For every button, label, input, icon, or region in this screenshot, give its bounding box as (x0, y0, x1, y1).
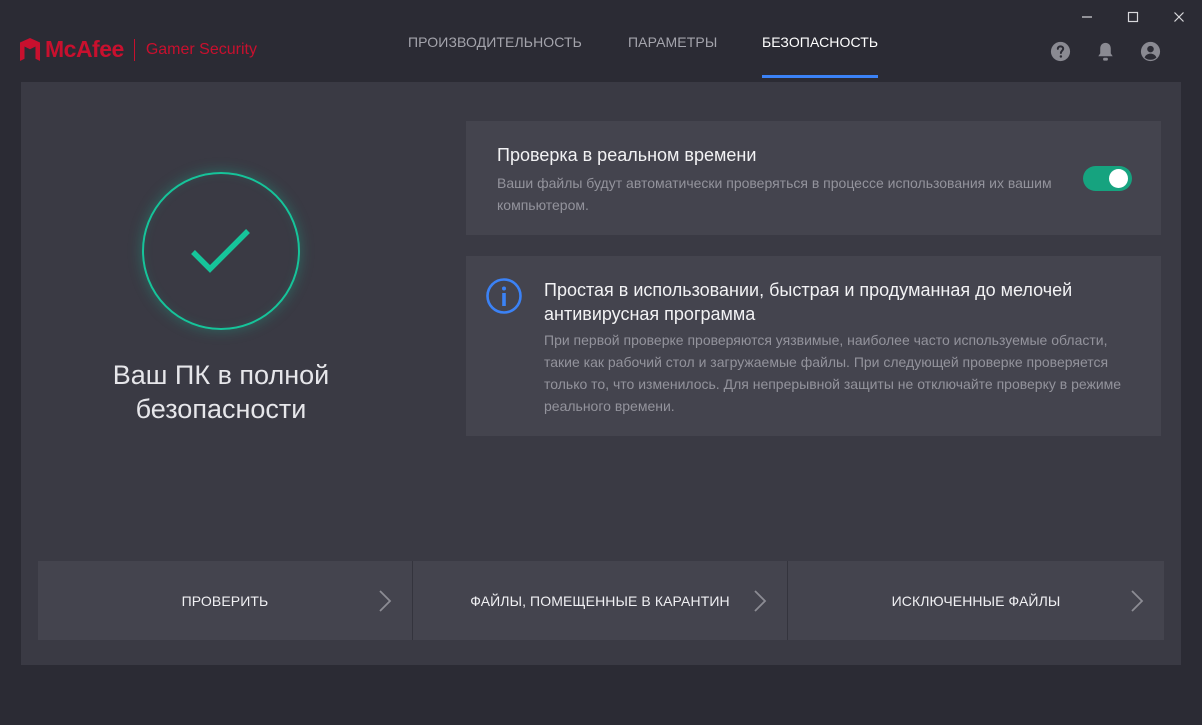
toggle-knob (1109, 169, 1128, 188)
chevron-right-icon (754, 590, 767, 612)
quarantine-button-label: ФАЙЛЫ, ПОМЕЩЕННЫЕ В КАРАНТИН (470, 592, 730, 609)
active-tab-indicator (762, 75, 879, 78)
brand-logo: McAfee Gamer Security (19, 36, 257, 63)
protection-status-ring (142, 172, 300, 330)
info-title: Простая в использовании, быстрая и проду… (544, 280, 1073, 324)
security-panel: Ваш ПК в полной безопасности Проверка в … (21, 82, 1181, 665)
chevron-right-icon (1131, 590, 1144, 612)
tab-performance[interactable]: ПРОИЗВОДИТЕЛЬНОСТЬ (408, 34, 582, 78)
protection-status-text: Ваш ПК в полной безопасности (112, 360, 330, 424)
quarantine-button[interactable]: ФАЙЛЫ, ПОМЕЩЕННЫЕ В КАРАНТИН (413, 561, 788, 640)
realtime-scan-toggle[interactable] (1083, 166, 1132, 191)
scan-button-label: ПРОВЕРИТЬ (181, 592, 269, 609)
account-icon[interactable] (1139, 40, 1162, 63)
scan-button[interactable]: ПРОВЕРИТЬ (38, 561, 413, 640)
help-icon[interactable] (1049, 40, 1072, 63)
realtime-scan-card: Проверка в реальном времени Ваши файлы б… (466, 121, 1161, 235)
realtime-scan-description: Ваши файлы будут автоматически проверять… (497, 175, 1052, 213)
tab-settings[interactable]: ПАРАМЕТРЫ (628, 34, 717, 78)
tab-label: БЕЗОПАСНОСТЬ (762, 34, 879, 50)
excluded-files-button[interactable]: ИСКЛЮЧЕННЫЕ ФАЙЛЫ (788, 561, 1164, 640)
tab-label: ПРОИЗВОДИТЕЛЬНОСТЬ (408, 34, 582, 50)
brand-divider (133, 38, 135, 61)
info-card: Простая в использовании, быстрая и проду… (466, 256, 1161, 436)
header-icons (1049, 40, 1162, 63)
tab-label: ПАРАМЕТРЫ (628, 34, 718, 50)
mcafee-shield-icon (20, 38, 40, 61)
bell-icon[interactable] (1094, 40, 1117, 63)
info-icon (486, 278, 522, 314)
app-header: McAfee Gamer Security ПРОИЗВОДИТЕЛЬНОСТЬ… (0, 0, 1202, 80)
excluded-files-button-label: ИСКЛЮЧЕННЫЕ ФАЙЛЫ (891, 592, 1061, 609)
checkmark-icon (191, 229, 250, 273)
realtime-scan-title: Проверка в реальном времени (497, 145, 757, 165)
chevron-right-icon (379, 590, 392, 612)
info-description: При первой проверке проверяются уязвимые… (544, 332, 1122, 414)
tab-security[interactable]: БЕЗОПАСНОСТЬ (762, 34, 879, 78)
brand-name: McAfee (45, 36, 124, 62)
action-bar: ПРОВЕРИТЬ ФАЙЛЫ, ПОМЕЩЕННЫЕ В КАРАНТИН И… (38, 561, 1165, 640)
product-name: Gamer Security (145, 40, 257, 58)
